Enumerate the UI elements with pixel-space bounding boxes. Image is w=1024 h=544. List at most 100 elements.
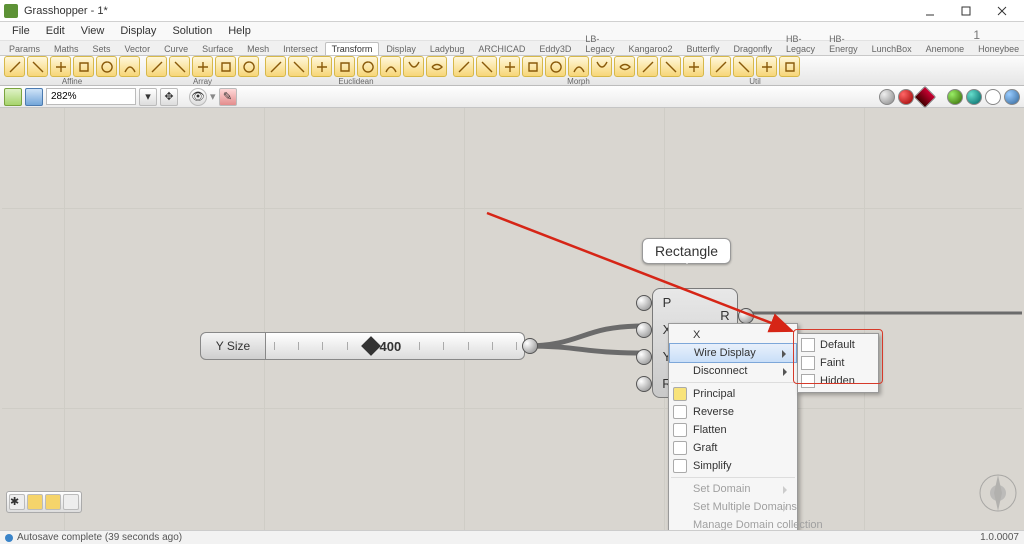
tool-morph-6[interactable] bbox=[591, 56, 612, 77]
tool-affine-3[interactable] bbox=[73, 56, 94, 77]
close-button[interactable] bbox=[984, 1, 1020, 21]
tool-affine-1[interactable] bbox=[27, 56, 48, 77]
tool-morph-3[interactable] bbox=[522, 56, 543, 77]
shade-mode-1[interactable] bbox=[879, 89, 895, 105]
focus-button[interactable]: ✥ bbox=[160, 88, 178, 106]
ribbon-tab-sets[interactable]: Sets bbox=[86, 42, 118, 55]
ribbon-tab-mesh[interactable]: Mesh bbox=[240, 42, 276, 55]
ctx-input-name[interactable]: X bbox=[669, 326, 797, 344]
ribbon-tab-surface[interactable]: Surface bbox=[195, 42, 240, 55]
tool-affine-4[interactable] bbox=[96, 56, 117, 77]
ribbon-tab-dragonfly[interactable]: Dragonfly bbox=[727, 42, 780, 55]
slider-track[interactable]: 400 bbox=[266, 332, 525, 360]
sketch-button[interactable]: ✎ bbox=[219, 88, 237, 106]
output-port-r[interactable] bbox=[738, 308, 754, 324]
tool-affine-2[interactable] bbox=[50, 56, 71, 77]
ribbon-tab-kangaroo2[interactable]: Kangaroo2 bbox=[621, 42, 679, 55]
ctx-principal[interactable]: Principal bbox=[669, 385, 797, 403]
menu-help[interactable]: Help bbox=[220, 23, 259, 39]
tool-euclidean-1[interactable] bbox=[288, 56, 309, 77]
slider-component[interactable]: Y Size 400 bbox=[200, 332, 525, 360]
tool-euclidean-6[interactable] bbox=[403, 56, 424, 77]
ribbon-tab-vector[interactable]: Vector bbox=[118, 42, 158, 55]
ctx-simplify[interactable]: Simplify bbox=[669, 457, 797, 475]
ctx-disconnect[interactable]: Disconnect bbox=[669, 362, 797, 380]
ribbon-tab-display[interactable]: Display bbox=[379, 42, 423, 55]
open-file-button[interactable] bbox=[4, 88, 22, 106]
shade-mode-3[interactable] bbox=[914, 85, 937, 108]
tool-array-2[interactable] bbox=[192, 56, 213, 77]
ribbon-tab-maths[interactable]: Maths bbox=[47, 42, 86, 55]
tool-morph-0[interactable] bbox=[453, 56, 474, 77]
minimize-button[interactable] bbox=[912, 1, 948, 21]
tool-array-0[interactable] bbox=[146, 56, 167, 77]
tool-util-2[interactable] bbox=[756, 56, 777, 77]
tool-array-3[interactable] bbox=[215, 56, 236, 77]
menu-file[interactable]: File bbox=[4, 23, 38, 39]
input-port-x[interactable] bbox=[636, 322, 652, 338]
tool-euclidean-7[interactable] bbox=[426, 56, 447, 77]
mini-btn-4[interactable] bbox=[63, 494, 79, 510]
tool-morph-1[interactable] bbox=[476, 56, 497, 77]
tool-array-4[interactable] bbox=[238, 56, 259, 77]
tool-morph-4[interactable] bbox=[545, 56, 566, 77]
tool-morph-9[interactable] bbox=[660, 56, 681, 77]
preview-toggle[interactable]: 👁 bbox=[189, 88, 207, 106]
wire-default[interactable]: Default bbox=[798, 336, 878, 354]
ribbon-tab-intersect[interactable]: Intersect bbox=[276, 42, 325, 55]
ctx-reverse[interactable]: Reverse bbox=[669, 403, 797, 421]
slider-handle[interactable] bbox=[361, 336, 381, 356]
preview-wire[interactable] bbox=[985, 89, 1001, 105]
ribbon-tab-hb-energy[interactable]: HB-Energy bbox=[822, 32, 865, 55]
save-file-button[interactable] bbox=[25, 88, 43, 106]
ribbon-tab-butterfly[interactable]: Butterfly bbox=[679, 42, 726, 55]
ribbon-tab-eddy3d[interactable]: Eddy3D bbox=[532, 42, 578, 55]
ribbon-tab-honeybee[interactable]: Honeybee bbox=[971, 42, 1024, 55]
tool-morph-5[interactable] bbox=[568, 56, 589, 77]
tool-morph-8[interactable] bbox=[637, 56, 658, 77]
ribbon-tab-anemone[interactable]: Anemone bbox=[919, 42, 972, 55]
tool-morph-10[interactable] bbox=[683, 56, 704, 77]
zoom-extents-button[interactable]: ▾ bbox=[139, 88, 157, 106]
tool-morph-2[interactable] bbox=[499, 56, 520, 77]
mini-btn-3[interactable] bbox=[45, 494, 61, 510]
preview-teal[interactable] bbox=[966, 89, 982, 105]
preview-green[interactable] bbox=[947, 89, 963, 105]
tool-euclidean-3[interactable] bbox=[334, 56, 355, 77]
ribbon-tab-ladybug[interactable]: Ladybug bbox=[423, 42, 472, 55]
wire-faint[interactable]: Faint bbox=[798, 354, 878, 372]
tool-util-1[interactable] bbox=[733, 56, 754, 77]
mini-btn-2[interactable] bbox=[27, 494, 43, 510]
ribbon-tab-transform[interactable]: Transform bbox=[325, 42, 380, 55]
ctx-graft[interactable]: Graft bbox=[669, 439, 797, 457]
tool-affine-5[interactable] bbox=[119, 56, 140, 77]
ribbon-tab-lb-legacy[interactable]: LB-Legacy bbox=[578, 32, 621, 55]
menu-edit[interactable]: Edit bbox=[38, 23, 73, 39]
preview-settings[interactable] bbox=[1004, 89, 1020, 105]
ribbon-tab-lunchbox[interactable]: LunchBox bbox=[865, 42, 919, 55]
ribbon-tab-archicad[interactable]: ARCHICAD bbox=[471, 42, 532, 55]
tool-morph-7[interactable] bbox=[614, 56, 635, 77]
ribbon-tab-params[interactable]: Params bbox=[2, 42, 47, 55]
menu-display[interactable]: Display bbox=[112, 23, 164, 39]
slider-output-port[interactable] bbox=[522, 338, 538, 354]
canvas[interactable]: Y Size 400 Rectangle P X Y R R X Wire Di… bbox=[2, 108, 1022, 530]
menu-solution[interactable]: Solution bbox=[164, 23, 220, 39]
ctx-wire-display[interactable]: Wire Display bbox=[669, 343, 797, 363]
input-port-y[interactable] bbox=[636, 349, 652, 365]
maximize-button[interactable] bbox=[948, 1, 984, 21]
tool-affine-0[interactable] bbox=[4, 56, 25, 77]
tool-util-3[interactable] bbox=[779, 56, 800, 77]
zoom-input[interactable] bbox=[46, 88, 136, 105]
ribbon-tab-hb-legacy[interactable]: HB-Legacy bbox=[779, 32, 822, 55]
input-port-p[interactable] bbox=[636, 295, 652, 311]
tool-euclidean-0[interactable] bbox=[265, 56, 286, 77]
menu-view[interactable]: View bbox=[73, 23, 113, 39]
ctx-flatten[interactable]: Flatten bbox=[669, 421, 797, 439]
tool-euclidean-5[interactable] bbox=[380, 56, 401, 77]
tool-util-0[interactable] bbox=[710, 56, 731, 77]
wire-hidden[interactable]: Hidden bbox=[798, 372, 878, 390]
tool-euclidean-2[interactable] bbox=[311, 56, 332, 77]
ribbon-tab-curve[interactable]: Curve bbox=[157, 42, 195, 55]
mini-btn-1[interactable]: ✱ bbox=[9, 494, 25, 510]
